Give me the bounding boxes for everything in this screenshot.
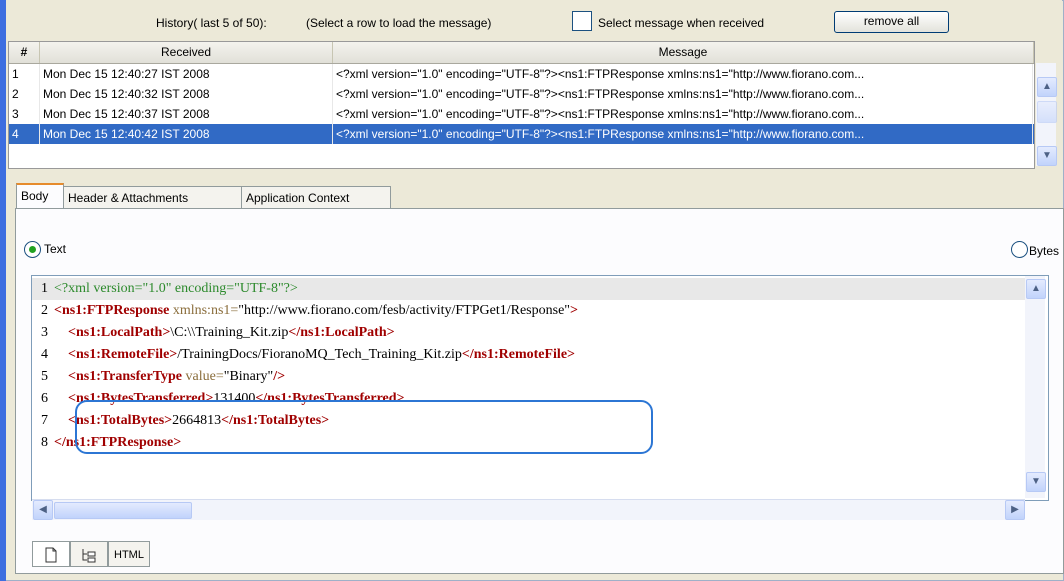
- cell-received: Mon Dec 15 12:40:32 IST 2008: [40, 84, 333, 104]
- column-header-received[interactable]: Received: [40, 42, 333, 63]
- tab-header-attachments[interactable]: Header & Attachments: [63, 186, 242, 208]
- window-accent-bar: [0, 0, 6, 581]
- code-line: 5 <ns1:TransferType value="Binary"/>: [32, 366, 1032, 388]
- cell-received: Mon Dec 15 12:40:27 IST 2008: [40, 64, 333, 84]
- code-text: <ns1:LocalPath>\C:\\Training_Kit.zip</ns…: [68, 325, 395, 340]
- line-number: 3: [41, 325, 48, 340]
- column-header-number[interactable]: #: [9, 42, 40, 63]
- table-row[interactable]: 4 Mon Dec 15 12:40:42 IST 2008 <?xml versi…: [9, 124, 1034, 144]
- remove-all-button[interactable]: remove all: [834, 11, 949, 33]
- line-number: 1: [41, 281, 48, 296]
- highlight-annotation-box: [75, 400, 653, 454]
- bytes-radio-label: Bytes: [1029, 244, 1060, 258]
- cell-received: Mon Dec 15 12:40:42 IST 2008: [40, 124, 333, 144]
- table-header: # Received Message: [9, 42, 1034, 64]
- history-title: History( last 5 of 50):: [156, 16, 267, 30]
- cell-received: Mon Dec 15 12:40:37 IST 2008: [40, 104, 333, 124]
- table-row[interactable]: 3 Mon Dec 15 12:40:37 IST 2008 <?xml versi…: [9, 104, 1034, 124]
- cell-message: <?xml version="1.0" encoding="UTF-8"?><n…: [333, 64, 1033, 84]
- cell-message: <?xml version="1.0" encoding="UTF-8"?><n…: [333, 124, 1033, 144]
- code-line: 4 <ns1:RemoteFile>/TrainingDocs/FioranoM…: [32, 344, 1032, 366]
- select-when-received-label: Select message when received: [598, 16, 765, 30]
- history-table: # Received Message 1 Mon Dec 15 12:40:27 …: [8, 41, 1035, 169]
- scroll-up-button[interactable]: ▲: [1037, 77, 1057, 97]
- cell-message: <?xml version="1.0" encoding="UTF-8"?><n…: [333, 84, 1033, 104]
- xml-editor[interactable]: 1 <?xml version="1.0" encoding="UTF-8"?> 2…: [31, 275, 1049, 501]
- code-line: 1 <?xml version="1.0" encoding="UTF-8"?>: [32, 278, 1032, 300]
- tab-body[interactable]: Body: [16, 183, 64, 209]
- history-toolbar: History( last 5 of 50): (Select a row to…: [6, 0, 1062, 40]
- line-number: 8: [41, 435, 48, 450]
- document-view-icon[interactable]: [32, 541, 70, 567]
- line-number: 5: [41, 369, 48, 384]
- scroll-down-button[interactable]: ▼: [1037, 146, 1057, 166]
- editor-scroll-left-button[interactable]: ◀: [33, 500, 53, 520]
- bytes-radio[interactable]: [1011, 241, 1028, 258]
- cell-num: 4: [9, 124, 40, 144]
- editor-horizontal-thumb[interactable]: [54, 502, 192, 519]
- line-number: 4: [41, 347, 48, 362]
- history-hint: (Select a row to load the message): [306, 16, 492, 30]
- editor-vertical-scrollbar[interactable]: ▲ ▼: [1025, 276, 1046, 498]
- text-radio-label: Text: [44, 242, 67, 256]
- editor-scroll-right-button[interactable]: ▶: [1005, 500, 1025, 520]
- code-line: 2 <ns1:FTPResponse xmlns:ns1="http://www.…: [32, 300, 1032, 322]
- cell-num: 2: [9, 84, 40, 104]
- editor-horizontal-scrollbar[interactable]: ◀ ▶: [32, 499, 1025, 520]
- column-header-message[interactable]: Message: [333, 42, 1034, 63]
- select-when-received-checkbox[interactable]: [572, 11, 592, 31]
- table-row[interactable]: 1 Mon Dec 15 12:40:27 IST 2008 <?xml versi…: [9, 64, 1034, 84]
- code-text: <?xml version="1.0" encoding="UTF-8"?>: [54, 281, 298, 296]
- code-text: <ns1:FTPResponse xmlns:ns1="http://www.f…: [54, 303, 578, 318]
- code-text: <ns1:TransferType value="Binary"/>: [68, 369, 286, 384]
- table-vertical-scrollbar[interactable]: ▲ ▼: [1036, 63, 1057, 166]
- cell-num: 3: [9, 104, 40, 124]
- table-row[interactable]: 2 Mon Dec 15 12:40:32 IST 2008 <?xml versi…: [9, 84, 1034, 104]
- editor-scroll-down-button[interactable]: ▼: [1026, 472, 1046, 492]
- code-line: 3 <ns1:LocalPath>\C:\\Training_Kit.zip</…: [32, 322, 1032, 344]
- tab-html-view[interactable]: HTML: [108, 541, 150, 567]
- tree-view-icon[interactable]: [70, 541, 108, 567]
- tab-application-context[interactable]: Application Context: [241, 186, 391, 208]
- text-radio[interactable]: [24, 241, 41, 258]
- code-text: <ns1:RemoteFile>/TrainingDocs/FioranoMQ_…: [68, 347, 576, 362]
- editor-scroll-up-button[interactable]: ▲: [1026, 279, 1046, 299]
- scroll-thumb[interactable]: [1037, 101, 1057, 123]
- line-number: 7: [41, 413, 48, 428]
- line-number: 6: [41, 391, 48, 406]
- line-number: 2: [41, 303, 48, 318]
- cell-message: <?xml version="1.0" encoding="UTF-8"?><n…: [333, 104, 1033, 124]
- cell-num: 1: [9, 64, 40, 84]
